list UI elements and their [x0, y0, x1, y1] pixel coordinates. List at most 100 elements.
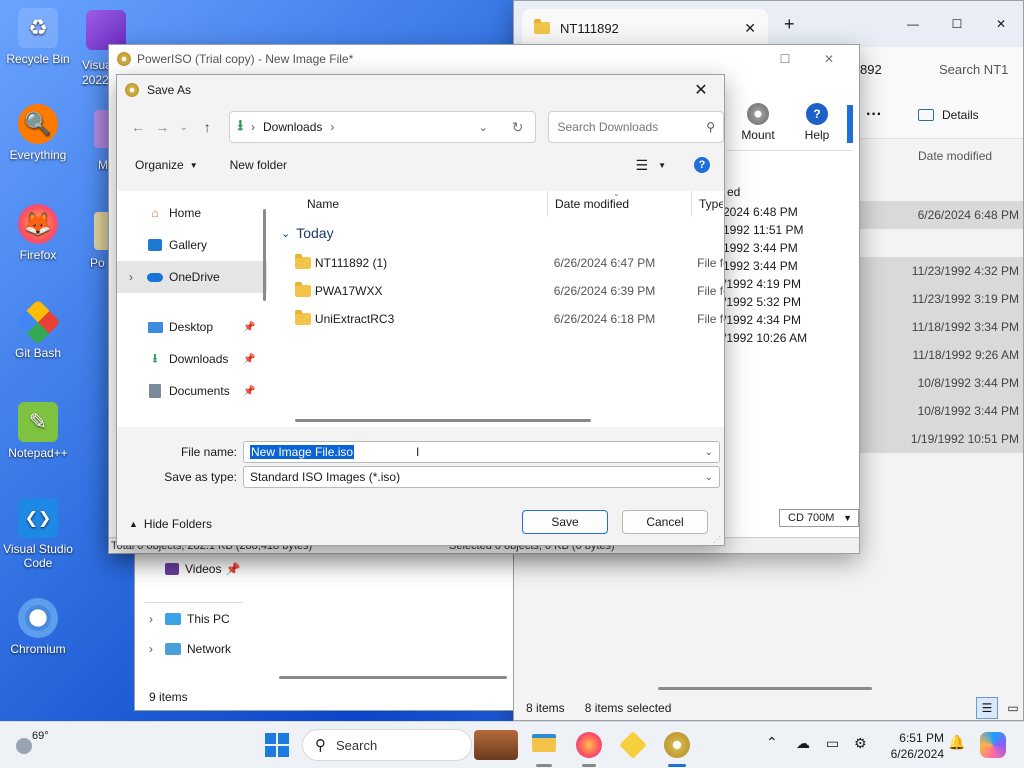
search-highlight-icon[interactable] [474, 730, 518, 760]
desktop-icon-git-bash[interactable]: Git Bash [0, 299, 76, 360]
help-icon[interactable]: ? [694, 157, 710, 173]
close-icon[interactable]: ✕ [686, 80, 716, 100]
group-header-today[interactable]: ⌄ Today [281, 225, 334, 241]
search-input[interactable]: Search Downloads [557, 120, 658, 134]
hide-folders-toggle[interactable]: ▲ Hide Folders [129, 517, 212, 531]
file-row[interactable]: NT111892 (1) 6/26/2024 6:47 PM File fo [293, 249, 724, 277]
new-tab-icon[interactable]: + [784, 14, 795, 35]
date-cell: 1/19/1992 10:51 PM [910, 432, 1019, 446]
refresh-icon[interactable]: ↻ [512, 119, 524, 136]
tiles-view-icon[interactable]: ▭ [1002, 697, 1024, 719]
weather-widget[interactable]: 69° [16, 728, 56, 762]
save-button[interactable]: Save [522, 510, 608, 534]
horizontal-scrollbar[interactable] [295, 419, 591, 422]
desktop-icon-chromium[interactable]: Chromium [0, 598, 76, 656]
desktop-label-partial: Po [90, 256, 105, 270]
chevron-down-icon[interactable]: ⌄ [705, 447, 713, 458]
more-options-icon[interactable]: ··· [866, 106, 882, 124]
maximize-icon[interactable]: ☐ [763, 52, 807, 66]
chevron-down-icon[interactable]: ▼ [658, 161, 666, 170]
address-dropdown-icon[interactable]: ⌄ [479, 121, 488, 134]
clock[interactable]: 6:51 PM 6/26/2024 [880, 730, 944, 762]
close-tab-icon[interactable]: ✕ [744, 20, 756, 37]
firefox-taskbar-icon[interactable] [576, 732, 602, 758]
file-date: 6/26/2024 6:47 PM [553, 256, 656, 270]
column-header-date[interactable]: Date modified [555, 197, 629, 211]
nav-item-onedrive[interactable]: › OneDrive [117, 261, 267, 293]
file-type: File fo [697, 284, 724, 298]
poweriso-taskbar-icon[interactable] [664, 732, 690, 758]
nav-label: Downloads [169, 352, 229, 366]
horizontal-scrollbar[interactable] [279, 676, 507, 679]
forward-arrow-icon[interactable]: → [155, 119, 179, 135]
desktop-icon-everything[interactable]: 🔍 Everything [0, 104, 76, 162]
column-header-type[interactable]: Type [699, 197, 723, 211]
start-windows-icon[interactable] [265, 733, 289, 757]
chevron-right-icon[interactable]: › [149, 612, 165, 626]
nav-item-downloads[interactable]: ⭳ Downloads 📌 [117, 343, 267, 375]
pin-icon[interactable]: 📌 [243, 386, 255, 397]
desktop-icon-firefox[interactable]: 🦊 Firefox [0, 204, 76, 262]
back-arrow-icon[interactable]: ← [131, 119, 155, 135]
nav-item-documents[interactable]: Documents 📌 [117, 375, 267, 407]
close-icon[interactable]: ✕ [807, 52, 851, 66]
chevron-right-icon[interactable]: › [149, 642, 165, 656]
details-view-icon[interactable]: ☰ [976, 697, 998, 719]
address-bar[interactable]: ⭳ › Downloads › ⌄ ↻ [228, 111, 537, 143]
cancel-button[interactable]: Cancel [622, 510, 708, 534]
details-button-label[interactable]: Details [942, 108, 979, 122]
new-folder-button[interactable]: New folder [230, 158, 287, 172]
file-explorer-taskbar-icon[interactable] [532, 734, 556, 752]
column-header-name[interactable]: Name [307, 197, 339, 211]
desktop-icon-vscode[interactable]: ❮❯ Visual Studio Code [0, 498, 76, 570]
explorer-search[interactable]: Search NT1 [939, 62, 1019, 77]
network-status-icon[interactable]: ☁ [796, 735, 810, 752]
chevron-down-icon[interactable]: ▼ [190, 161, 198, 170]
file-row[interactable]: UniExtractRC3 6/26/2024 6:18 PM File fo [293, 305, 724, 333]
details-pane-icon[interactable] [917, 108, 934, 121]
app-taskbar-icon[interactable] [619, 731, 647, 759]
horizontal-scrollbar[interactable] [658, 687, 872, 690]
show-hidden-icons-chevron[interactable]: ⌃ [766, 734, 778, 751]
nav-item-this-pc[interactable]: › This PC [135, 604, 513, 634]
nav-item-videos[interactable]: Videos 📌 [135, 554, 513, 584]
search-downloads-box[interactable]: Search Downloads ⚲ [548, 111, 724, 143]
file-row[interactable]: PWA17WXX 6/26/2024 6:39 PM File fo [293, 277, 724, 305]
organize-button[interactable]: Organize [135, 158, 184, 172]
desktop-icon-recycle-bin[interactable]: ♻ Recycle Bin [0, 8, 76, 66]
desktop-icon-label: Visual Studio Code [3, 542, 73, 570]
copilot-icon[interactable] [980, 732, 1006, 758]
explorer-tab[interactable]: NT111892 ✕ [522, 9, 768, 47]
chevron-down-icon[interactable]: ⌄ [281, 227, 290, 240]
chevron-right-icon[interactable]: › [129, 270, 147, 284]
desktop-icon-notepadpp[interactable]: ✎ Notepad++ [0, 402, 76, 460]
close-icon[interactable]: ✕ [979, 17, 1023, 31]
mount-button[interactable]: Mount [733, 103, 783, 142]
nav-item-home[interactable]: ⌂ Home [117, 197, 267, 229]
date-modified-column-header[interactable]: Date modified [918, 149, 992, 163]
save-type-select[interactable]: Standard ISO Images (*.iso) ⌄ [243, 466, 720, 488]
view-options-icon[interactable]: ☰ [636, 157, 649, 174]
resize-grip-icon[interactable]: ⋰ [713, 535, 721, 544]
help-button[interactable]: ? Help [795, 103, 839, 142]
nav-scrollbar[interactable] [263, 209, 266, 301]
chevron-down-icon[interactable]: ⌄ [705, 472, 713, 483]
poweriso-app-icon [125, 83, 139, 97]
up-arrow-icon[interactable]: ↑ [204, 119, 223, 135]
file-name-input[interactable]: New Image File.iso I ⌄ [243, 441, 720, 463]
maximize-icon[interactable]: ☐ [935, 17, 979, 31]
nav-item-gallery[interactable]: Gallery [117, 229, 267, 261]
notification-bell-icon[interactable]: 🔔 [948, 734, 965, 751]
display-icon[interactable]: ▭ [826, 735, 839, 752]
settings-tray-icon[interactable]: ⚙ [854, 735, 867, 752]
taskbar-search[interactable]: ⚲ Search [302, 729, 472, 761]
pin-icon[interactable]: 📌 [243, 354, 255, 365]
minimize-icon[interactable]: — [891, 17, 935, 31]
recent-locations-icon[interactable]: ⌄ [179, 122, 203, 133]
nav-item-desktop[interactable]: Desktop 📌 [117, 311, 267, 343]
nav-item-network[interactable]: › Network [135, 634, 513, 664]
breadcrumb-downloads[interactable]: Downloads [263, 120, 322, 134]
address-tail[interactable]: 892 [860, 62, 882, 77]
pin-icon[interactable]: 📌 [243, 322, 255, 333]
cd-size-dropdown[interactable]: CD 700M ▼ [779, 509, 859, 527]
